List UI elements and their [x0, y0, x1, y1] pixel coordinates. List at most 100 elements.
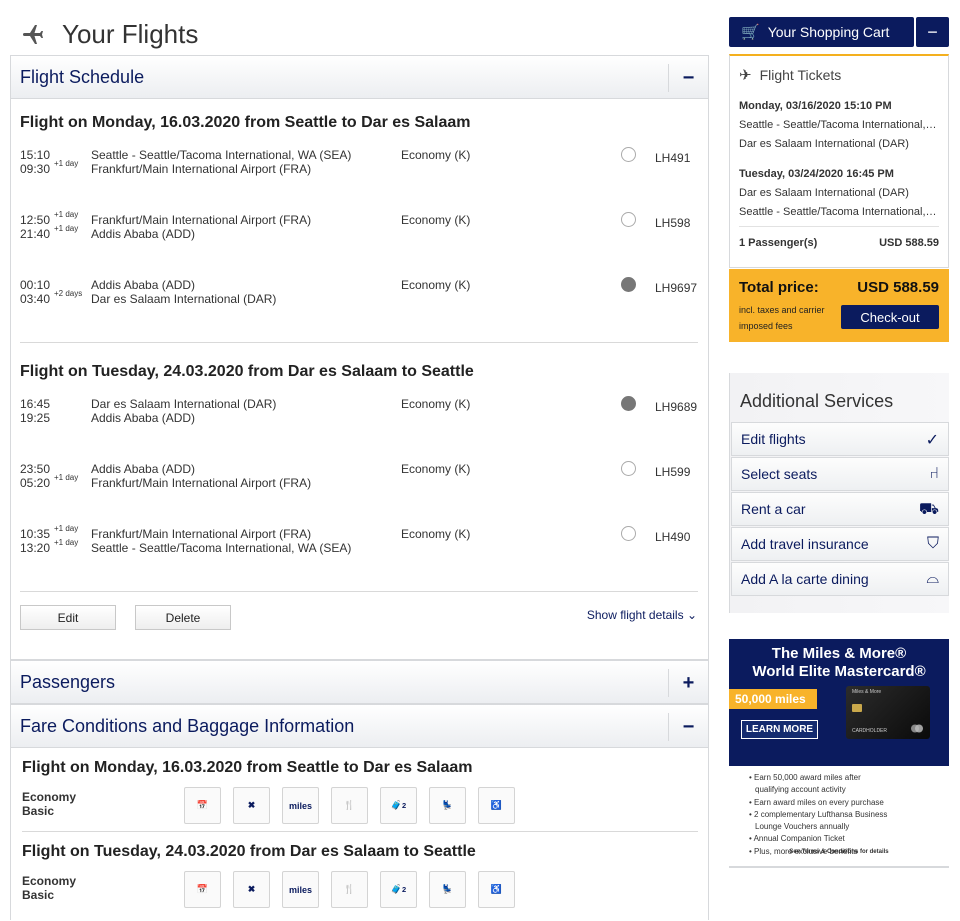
fare-class-line2: Basic	[22, 804, 55, 818]
service-dining[interactable]: Add A la carte dining ⌓	[731, 562, 949, 596]
arrival-airport: Addis Ababa (ADD)	[91, 411, 196, 425]
check-icon: ✓	[925, 432, 939, 449]
service-rent-a-car[interactable]: Rent a car ⛟	[731, 492, 949, 526]
flight-schedule-header[interactable]: Flight Schedule −	[10, 55, 709, 99]
checkout-button[interactable]: Check-out	[841, 305, 939, 329]
departure-airport: Addis Ababa (ADD)	[91, 278, 196, 292]
additional-services-title: Additional Services	[740, 391, 894, 411]
arrival-time: 05:20	[20, 476, 51, 490]
service-travel-insurance[interactable]: Add travel insurance ⛉	[731, 527, 949, 561]
flight-number: LH598	[655, 216, 691, 230]
departure-airport: Frankfurt/Main International Airport (FR…	[91, 527, 312, 541]
page-title: Your Flights	[62, 18, 199, 49]
divider	[739, 226, 939, 227]
delete-button[interactable]: Delete	[135, 605, 231, 630]
flight-tickets-title: Flight Tickets	[759, 67, 842, 83]
ad-miles-badge: 50,000 miles	[729, 689, 817, 709]
dining-cloche-icon: ⌓	[926, 570, 939, 587]
passenger-count: 1 Passenger(s)	[739, 237, 818, 249]
mastercard-ad[interactable]: The Miles & More® World Elite Mastercard…	[729, 639, 949, 868]
passengers-header[interactable]: Passengers +	[10, 660, 709, 704]
departure-airport: Dar es Salaam International (DAR)	[91, 397, 277, 411]
seat-icon: ⑁	[929, 465, 939, 482]
day-offset: +1 day	[54, 224, 79, 233]
departure-time: 00:10	[20, 278, 51, 292]
shopping-cart-button[interactable]: 🛒 Your Shopping Cart	[729, 17, 914, 47]
collapse-icon[interactable]: −	[668, 64, 708, 92]
fare-icons-row: 📅 ✖ miles 🍴 🧳 2 💺 ♿	[184, 787, 515, 824]
baggage-count: 2	[402, 801, 407, 810]
departure-time: 10:35	[20, 527, 51, 541]
day-offset: +1 day	[54, 473, 79, 482]
meal-icon[interactable]: 🍴	[331, 871, 368, 908]
baggage-2-icon[interactable]: 🧳 2	[380, 871, 417, 908]
cabin-class: Economy (K)	[401, 278, 471, 292]
ad-benefit: • Earn award miles on every purchase	[749, 797, 884, 807]
left-column: Flight Schedule − Flight on Monday, 16.0…	[10, 55, 709, 920]
ad-terms-link[interactable]: See Terms & Conditions for details	[729, 849, 949, 855]
fare-outbound-title: Flight on Monday, 16.03.2020 from Seattl…	[22, 759, 473, 776]
fare-class: Economy Basic	[22, 790, 76, 818]
baggage-2-icon[interactable]: 🧳 2	[380, 787, 417, 824]
departure-time: 16:45	[20, 397, 51, 411]
edit-button[interactable]: Edit	[20, 605, 116, 630]
service-label: Add A la carte dining	[741, 571, 869, 587]
divider	[22, 831, 698, 832]
arrival-time: 03:40	[20, 292, 51, 306]
divider	[20, 591, 698, 592]
total-price-amount: USD 588.59	[857, 279, 939, 296]
fare-conditions-title: Fare Conditions and Baggage Information	[20, 715, 355, 736]
shopping-cart-label: Your Shopping Cart	[767, 24, 890, 40]
fare-icons-row: 📅 ✖ miles 🍴 🧳 2 💺 ♿	[184, 871, 515, 908]
cart-icon: 🛒	[741, 24, 760, 41]
fare-class-line1: Economy	[22, 790, 77, 804]
ad-benefit: • Earn 50,000 award miles after	[749, 773, 861, 782]
no-refund-icon[interactable]: ✖	[233, 871, 270, 908]
service-label: Edit flights	[741, 431, 806, 447]
total-price-note: incl. taxes and carrier imposed fees	[739, 305, 825, 331]
flight-number: LH9689	[655, 400, 698, 414]
accessibility-icon[interactable]: ♿	[478, 871, 515, 908]
flight-number: LH599	[655, 465, 691, 479]
mastercard-logo-icon	[911, 724, 923, 733]
lufthansa-icon	[621, 461, 636, 476]
shield-icon: ⛉	[926, 535, 939, 552]
service-label: Add travel insurance	[741, 536, 869, 552]
page-header: Your Flights	[20, 16, 198, 52]
day-offset: +1 day	[54, 210, 79, 219]
fare-conditions-header[interactable]: Fare Conditions and Baggage Information …	[10, 704, 709, 748]
service-select-seats[interactable]: Select seats ⑁	[731, 457, 949, 491]
departure-time: 23:50	[20, 462, 51, 476]
no-miles-icon[interactable]: miles	[282, 787, 319, 824]
departure-time: 12:50	[20, 213, 51, 227]
outbound-flight-title: Flight on Monday, 16.03.2020 from Seattl…	[20, 114, 471, 131]
car-icon: ⛟	[918, 501, 939, 518]
accessibility-icon[interactable]: ♿	[478, 787, 515, 824]
service-label: Rent a car	[741, 501, 806, 517]
seat-fee-icon[interactable]: 💺	[429, 871, 466, 908]
flight-tickets-panel: ✈ Flight Tickets Monday, 03/16/2020 15:1…	[729, 54, 949, 268]
rebooking-fee-icon[interactable]: 📅	[184, 871, 221, 908]
expand-icon[interactable]: +	[668, 669, 708, 697]
meal-icon[interactable]: 🍴	[331, 787, 368, 824]
arrival-airport: Frankfurt/Main International Airport (FR…	[91, 162, 312, 176]
day-offset: +2 days	[54, 289, 83, 298]
arrival-airport: Addis Ababa (ADD)	[91, 227, 196, 241]
minimize-cart-button[interactable]: −	[916, 17, 949, 47]
ad-benefit: • Annual Companion Ticket	[749, 834, 845, 844]
no-miles-icon[interactable]: miles	[282, 871, 319, 908]
divider	[20, 342, 698, 343]
ticket-price: USD 588.59	[879, 237, 939, 249]
learn-more-button[interactable]: LEARN MORE	[741, 720, 818, 739]
rebooking-fee-icon[interactable]: 📅	[184, 787, 221, 824]
service-edit-flights[interactable]: Edit flights ✓	[731, 422, 949, 456]
no-refund-icon[interactable]: ✖	[233, 787, 270, 824]
departure-time: 15:10	[20, 148, 51, 162]
seat-fee-icon[interactable]: 💺	[429, 787, 466, 824]
card-chip	[852, 704, 862, 712]
ad-benefit: • 2 complementary Lufthansa Business	[749, 809, 888, 819]
collapse-icon[interactable]: −	[668, 713, 708, 741]
show-flight-details-link[interactable]: Show flight details ⌄	[587, 608, 697, 622]
star-alliance-icon	[621, 277, 636, 292]
ad-headline: The Miles & More® World Elite Mastercard…	[729, 645, 949, 681]
